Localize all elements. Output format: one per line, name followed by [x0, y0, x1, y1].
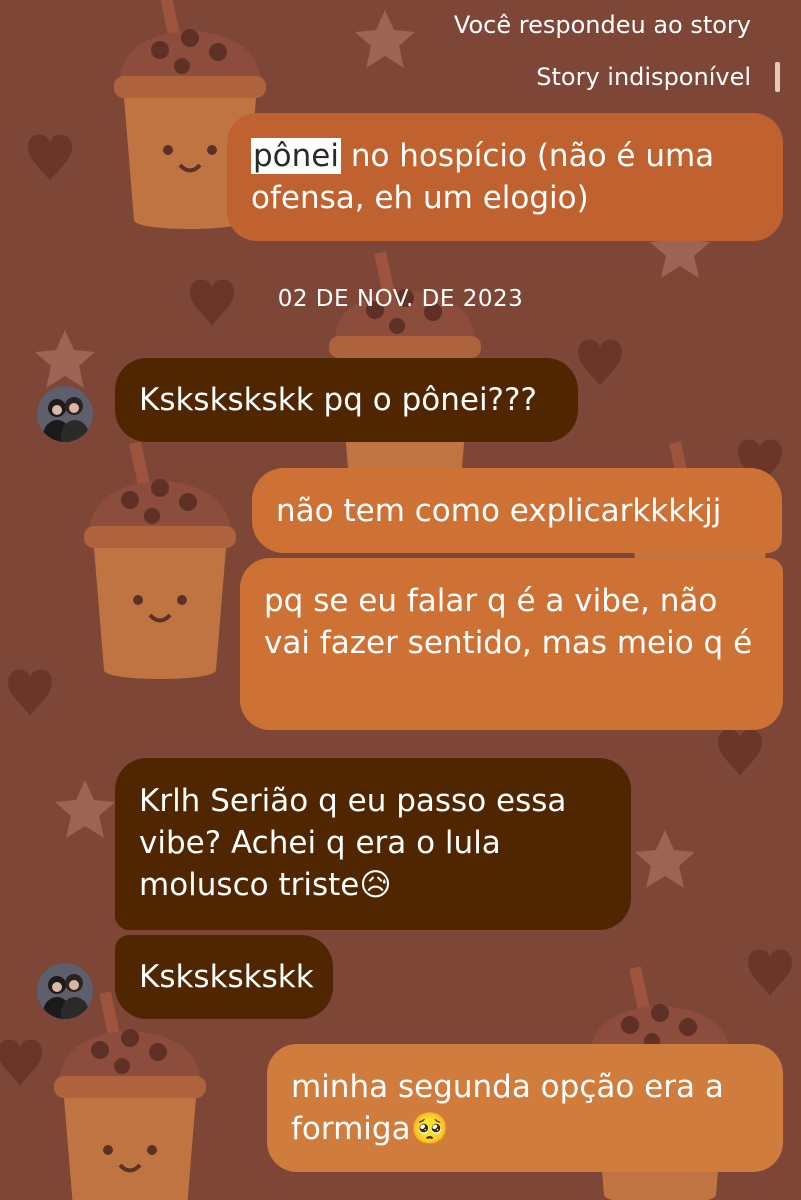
message-text: Krlh Serião q eu passo essa vibe? Achei … [139, 783, 567, 903]
message-text: minha segunda opção era a formiga🥺 [291, 1069, 724, 1147]
message-bubble-outgoing[interactable]: pq se eu falar q é a vibe, não vai fazer… [240, 558, 783, 730]
message-bubble-incoming[interactable]: Krlh Serião q eu passo essa vibe? Achei … [115, 758, 631, 930]
avatar-photo-icon [37, 386, 93, 442]
message-bubble-outgoing[interactable]: não tem como explicarkkkkjj [252, 468, 782, 553]
message-text: pq se eu falar q é a vibe, não vai fazer… [264, 583, 753, 661]
story-reply-label: Você respondeu ao story [453, 11, 751, 39]
message-bubble-outgoing[interactable]: pônei no hospício (não é uma ofensa, eh … [227, 113, 783, 241]
message-bubble-outgoing[interactable]: minha segunda opção era a formiga🥺 [267, 1044, 783, 1172]
avatar-photo-icon [37, 963, 93, 1019]
message-bubble-incoming[interactable]: Kskskskskk [115, 935, 333, 1019]
date-separator: 02 DE NOV. DE 2023 [277, 286, 524, 312]
message-bubble-incoming[interactable]: Kskskskskk pq o pônei??? [115, 358, 578, 442]
highlighted-word: pônei [251, 138, 341, 174]
story-reply-indicator [775, 62, 780, 92]
message-text: não tem como explicarkkkkjj [276, 493, 722, 529]
message-text: Kskskskskk pq o pônei??? [139, 382, 537, 418]
contact-avatar[interactable] [37, 963, 93, 1019]
story-unavailable-label[interactable]: Story indisponível [536, 62, 751, 92]
contact-avatar[interactable] [37, 386, 93, 442]
message-text: Kskskskskk [139, 959, 314, 995]
